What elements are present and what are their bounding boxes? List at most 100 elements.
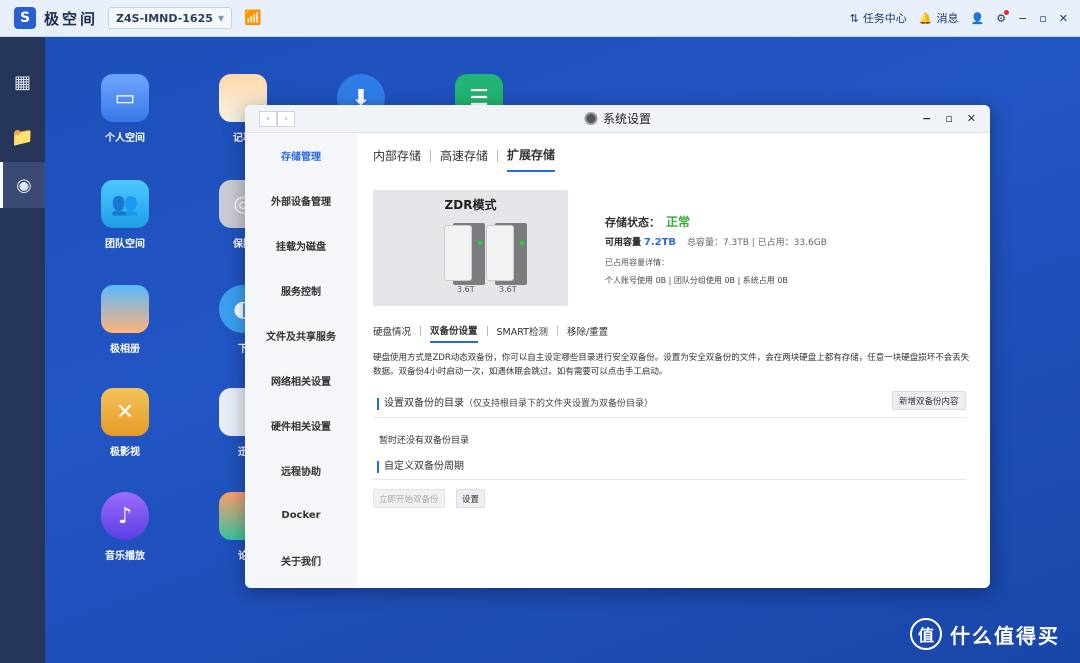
settings-content: 内部存储 高速存储 扩展存储 ZDR模式 3.6T 3.6T 存储状态： 正常 可…	[357, 133, 990, 588]
gear-icon: ⚙	[996, 11, 1007, 25]
watermark-logo-icon: 值	[910, 618, 942, 650]
task-center-label: 任务中心	[862, 12, 907, 25]
desktop-icon-music[interactable]: ♪ 音乐播放	[80, 492, 170, 562]
desktop-icon-album[interactable]: 极相册	[80, 285, 170, 355]
messages-label: 消息	[936, 12, 959, 25]
tab-extended-storage[interactable]: 扩展存储	[507, 146, 556, 172]
desktop-icon-label: 极相册	[110, 344, 140, 355]
nav-external-devices[interactable]: 外部设备管理	[245, 178, 357, 223]
settings-nav: 存储管理 外部设备管理 挂载为磁盘 服务控制 文件及共享服务 网络相关设置 硬件…	[245, 133, 357, 588]
nav-about[interactable]: 关于我们	[245, 538, 357, 583]
subtab-remove-reset[interactable]: 移除/重置	[567, 324, 608, 342]
settings-button[interactable]: ⚙	[996, 9, 1009, 25]
storage-status: 存储状态： 正常	[605, 213, 690, 230]
divider	[373, 417, 967, 418]
nav-remote-assist[interactable]: 远程协助	[245, 448, 357, 493]
back-arrow-icon[interactable]: ‹	[259, 110, 277, 127]
set-period-button[interactable]: 设置	[456, 489, 486, 508]
settings-app-icon[interactable]: ◉	[0, 162, 45, 208]
subtab-backup-settings[interactable]: 双备份设置	[430, 323, 478, 343]
settings-app-icon	[583, 112, 597, 125]
disk-1-size: 3.6T	[457, 285, 475, 294]
subtab-smart[interactable]: SMART检测	[497, 324, 548, 342]
device-selector[interactable]: Z4S-IMND-1625 ▼	[108, 7, 233, 29]
section-title: 自定义双备份周期	[384, 461, 464, 472]
minimize-icon: −	[1018, 11, 1028, 25]
start-backup-button[interactable]: 立即开始双备份	[373, 489, 445, 508]
window-title: 系统设置	[602, 112, 652, 126]
tab-fast-storage[interactable]: 高速存储	[440, 147, 488, 171]
tab-divider	[430, 150, 432, 162]
desktop-icon-team-space[interactable]: 👥 团队空间	[80, 180, 170, 250]
available-label: 可用容量	[605, 238, 642, 248]
window-titlebar: ‹ › 系统设置 − ▫ ✕	[245, 105, 990, 133]
disk-2-icon: 3.6T	[486, 223, 527, 294]
nav-hardware-settings[interactable]: 硬件相关设置	[245, 403, 357, 448]
wifi-icon: 📶	[244, 10, 262, 26]
nav-docker[interactable]: Docker	[245, 493, 357, 538]
folder-icon: ▭	[101, 74, 149, 122]
status-label: 存储状态：	[605, 216, 660, 229]
close-button[interactable]: ✕	[1059, 12, 1068, 25]
window-minimize-button[interactable]: −	[922, 112, 931, 125]
nav-mount-disk[interactable]: 挂载为磁盘	[245, 223, 357, 268]
dock-sidebar: ▦ 📁 ◉	[0, 37, 45, 663]
section-note: （仅支持根目录下的文件夹设置为双备份目录）	[464, 399, 654, 409]
maximize-button[interactable]: ▫	[1039, 12, 1046, 25]
used-header: 已占用容量详情：	[605, 258, 669, 267]
watermark-text: 什么值得买	[950, 623, 1060, 648]
nav-service-control[interactable]: 服务控制	[245, 268, 357, 313]
available-value: 7.2TB	[643, 237, 677, 248]
desktop-icon-video[interactable]: ✕ 极影视	[80, 388, 170, 458]
watermark: 值 什么值得买	[910, 618, 1060, 650]
messages-button[interactable]: 🔔 消息	[919, 10, 959, 26]
zdr-panel: ZDR模式 3.6T 3.6T	[373, 190, 568, 306]
nav-storage-management[interactable]: 存储管理	[245, 133, 357, 178]
desktop-icon-label: 极影视	[110, 447, 140, 458]
disk-2-size: 3.6T	[499, 285, 517, 294]
desktop-icon-label: 音乐播放	[105, 551, 145, 562]
window-close-button[interactable]: ✕	[967, 112, 976, 125]
brand-name: 极空间	[44, 9, 99, 28]
app-logo-icon: S	[14, 7, 36, 29]
tab-divider	[497, 150, 499, 162]
empty-state-text: 暂时还没有双备份目录	[379, 436, 470, 446]
team-folder-icon: 👥	[101, 180, 149, 228]
apps-grid-icon[interactable]: ▦	[0, 59, 45, 105]
capacity-line: 可用容量 7.2TB 总容量：7.3TB | 已占用：33.6GB	[605, 235, 827, 248]
status-badge: 正常	[666, 215, 691, 229]
add-backup-button[interactable]: 新增双备份内容	[892, 391, 966, 410]
subtab-divider	[556, 326, 558, 336]
zdr-title: ZDR模式	[444, 198, 497, 212]
maximize-icon: ▫	[1039, 11, 1047, 25]
subtab-divider	[420, 326, 422, 336]
music-icon: ♪	[101, 492, 149, 540]
subtab-divider	[486, 326, 488, 336]
user-button[interactable]: 👤	[971, 12, 985, 25]
task-center-button[interactable]: ⇅ 任务中心	[850, 10, 907, 26]
user-icon: 👤	[970, 11, 985, 25]
nav-file-sharing[interactable]: 文件及共享服务	[245, 313, 357, 358]
section-backup-dirs: 设置双备份的目录（仅支持根目录下的文件夹设置为双备份目录）	[377, 398, 653, 410]
used-detail: 个人账号使用 0B | 团队分组使用 0B | 系统占用 0B	[605, 276, 788, 285]
minimize-button[interactable]: −	[1018, 12, 1027, 25]
folder-icon[interactable]: 📁	[0, 114, 45, 160]
nav-network-settings[interactable]: 网络相关设置	[245, 358, 357, 403]
desktop-icon-personal-space[interactable]: ▭ 个人空间	[80, 74, 170, 144]
top-bar: S 极空间 Z4S-IMND-1625 ▼ 📶 ⇅ 任务中心 🔔 消息 👤 ⚙ − ▫…	[0, 0, 1080, 37]
subtab-disk-status[interactable]: 硬盘情况	[373, 324, 411, 342]
device-name: Z4S-IMND-1625	[116, 11, 213, 25]
section-title: 设置双备份的目录	[384, 398, 464, 409]
window-maximize-button[interactable]: ▫	[945, 112, 952, 125]
task-icon: ⇅	[849, 11, 859, 25]
tab-internal-storage[interactable]: 内部存储	[373, 147, 421, 171]
disk-1-icon: 3.6T	[444, 223, 485, 294]
system-settings-window: ‹ › 系统设置 − ▫ ✕ 存储管理 外部设备管理 挂载为磁盘 服务控制 文件及…	[245, 105, 990, 588]
desktop-icon-label: 个人空间	[105, 133, 145, 144]
divider	[373, 479, 967, 480]
backup-description: 硬盘使用方式是ZDR动态双备份，你可以自主设定哪些目录进行安全双备份。设置为安全…	[373, 353, 970, 377]
chevron-down-icon: ▼	[217, 13, 225, 23]
section-backup-period: 自定义双备份周期	[377, 461, 464, 473]
total-capacity: 总容量：7.3TB | 已占用：33.6GB	[686, 238, 827, 248]
forward-arrow-icon[interactable]: ›	[277, 110, 295, 127]
